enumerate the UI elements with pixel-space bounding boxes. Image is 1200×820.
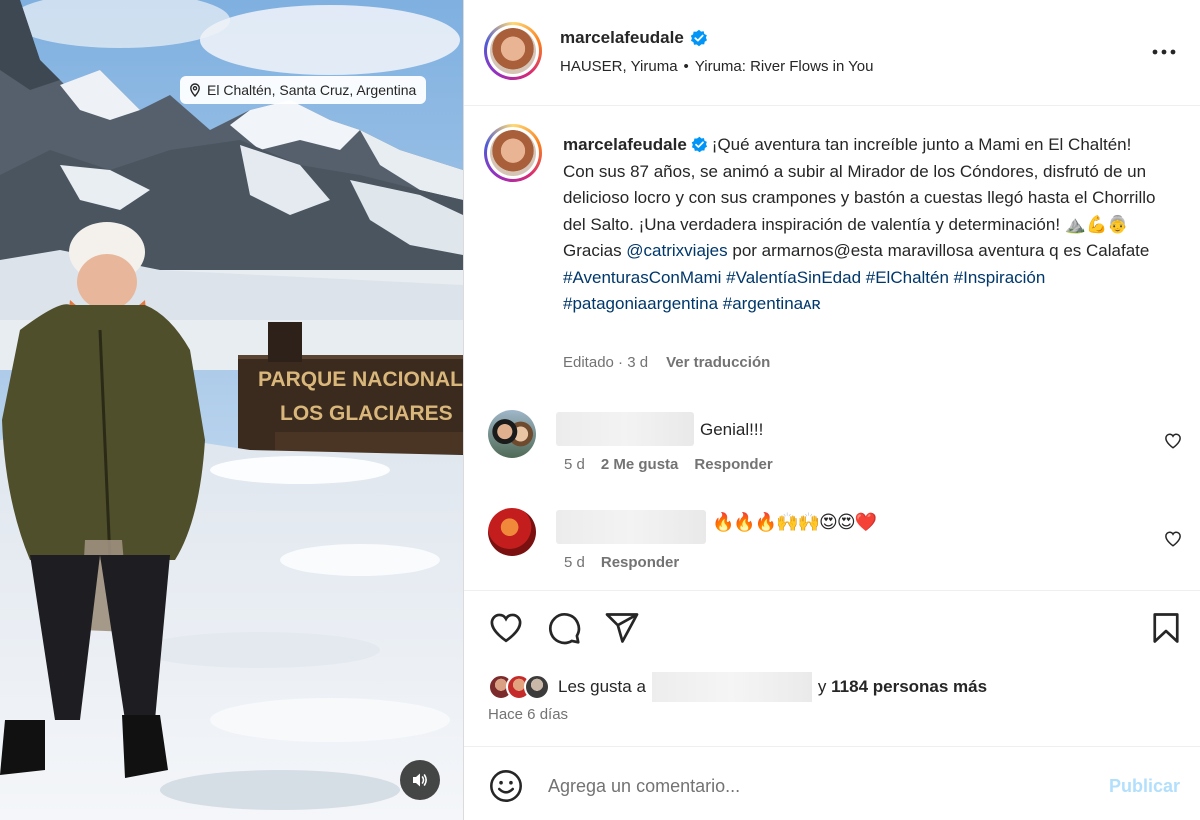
reply-button[interactable]: Responder [601,554,679,571]
more-horizontal-icon [1152,49,1176,55]
caption-emojis: ⛰️💪👵 [1064,214,1129,235]
avatar [524,674,550,700]
caption-text: marcelafeudale ¡Qué aventura tan increíb… [563,132,1163,318]
redacted-username [556,412,694,446]
music-artists: HAUSER, Yiruma [560,58,678,75]
comment-text: 🔥🔥🔥🙌🙌😍😍❤️ [712,512,877,533]
share-icon[interactable] [604,610,640,646]
music-separator: • [683,58,689,75]
comment-likes-link[interactable]: 2 Me gusta [601,456,679,473]
audio-toggle-button[interactable] [400,760,440,800]
sign-line-2: LOS GLACIARES [280,402,453,425]
bookmark-icon[interactable] [1148,610,1184,646]
liker-avatars [488,674,550,700]
post-time[interactable]: Hace 6 días [488,706,568,723]
commenter-avatar[interactable] [488,410,536,458]
redacted-username [556,510,706,544]
likes-summary[interactable]: Les gusta a y 1184 personas más [488,672,987,702]
comment-item: Genial!!! 5 d 2 Me gusta Responder [464,410,1200,480]
caption-body-2: Gracias [563,241,627,260]
sign-line-1: PARQUE NACIONAL [258,368,463,391]
caption-body-3: por armarnos@esta maravillosa aventura q… [727,241,1150,260]
author-avatar[interactable] [484,22,542,80]
hashtag-link[interactable]: #patagoniaargentina [563,294,718,313]
likes-count[interactable]: 1184 personas más [831,677,987,697]
mention-link[interactable]: @catrixviajes [626,241,727,260]
location-text: El Chaltén, Santa Cruz, Argentina [207,82,417,98]
smiley-icon[interactable] [488,768,524,804]
audio-attribution[interactable]: HAUSER, Yiruma • Yiruma: River Flows in … [560,58,874,75]
hashtag-link[interactable]: #argentinaᴀʀ [723,294,821,313]
location-tag[interactable]: El Chaltén, Santa Cruz, Argentina [180,76,427,104]
caption-meta: Editado · 3 d Ver traducción [563,354,770,371]
reply-button[interactable]: Responder [694,456,772,473]
see-translation-link[interactable]: Ver traducción [666,354,770,371]
more-options-button[interactable] [1150,38,1178,66]
verified-badge-icon [691,136,707,153]
caption-username[interactable]: marcelafeudale [563,135,687,154]
post-media[interactable]: PARQUE NACIONAL LOS GLACIARES El Chaltén… [0,0,463,820]
comment-divider [464,746,1200,747]
comment-time: 5 d [564,456,585,473]
speaker-icon [413,773,427,787]
comment-time: 5 d [564,554,585,571]
caption-author-avatar[interactable] [484,124,542,182]
hashtag-link[interactable]: #AventurasConMami [563,268,721,287]
post-details-panel: marcelafeudale HAUSER, Yiruma • Yiruma: … [464,0,1200,820]
comment-input[interactable] [548,770,1068,802]
actions-divider [464,590,1200,591]
commenter-avatar[interactable] [488,508,536,556]
post-header: marcelafeudale HAUSER, Yiruma • Yiruma: … [464,0,1200,106]
redacted-username [651,672,812,702]
hashtag-link[interactable]: #Inspiración [954,268,1046,287]
likes-prefix: Les gusta a [558,677,646,696]
heart-icon[interactable] [488,610,524,646]
hashtag-link[interactable]: #ElChaltén [866,268,949,287]
post-actions [488,610,640,646]
comment-like-heart-icon[interactable] [1164,530,1182,548]
comment-text: Genial!!! [700,420,764,439]
verified-badge-icon [690,29,707,47]
edited-label: Editado · 3 d [563,354,649,371]
music-track: Yiruma: River Flows in You [694,58,874,75]
publish-button[interactable]: Publicar [1109,776,1180,797]
comment-item: 🔥🔥🔥🙌🙌😍😍❤️ 5 d Responder [464,508,1200,578]
location-pin-icon [190,83,200,97]
comment-icon[interactable] [546,610,582,646]
likes-conjunction: y [817,677,827,696]
hashtag-link[interactable]: #ValentíaSinEdad [726,268,861,287]
author-username[interactable]: marcelafeudale [560,28,684,48]
comment-like-heart-icon[interactable] [1164,432,1182,450]
snowy-landscape-photo: PARQUE NACIONAL LOS GLACIARES [0,0,463,820]
